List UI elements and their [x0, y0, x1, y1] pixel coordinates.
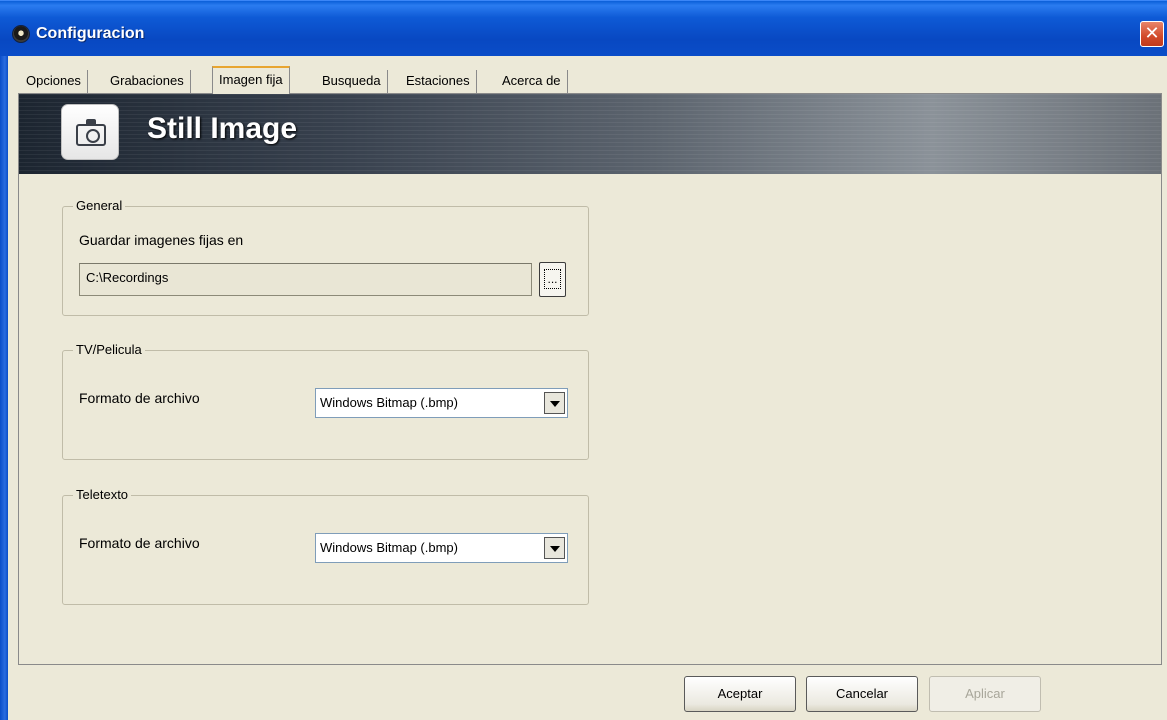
- save-location-label: Guardar imagenes fijas en: [79, 232, 244, 248]
- save-path-field[interactable]: C:\Recordings: [79, 263, 532, 296]
- section-banner: Still Image: [19, 94, 1161, 174]
- close-button[interactable]: ✕: [1140, 21, 1164, 47]
- teletext-legend: Teletexto: [73, 487, 132, 502]
- apply-button[interactable]: Aplicar: [929, 676, 1041, 712]
- cancel-button[interactable]: Cancelar: [806, 676, 918, 712]
- banner-title: Still Image: [147, 112, 298, 145]
- tab-busqueda[interactable]: Busqueda: [316, 70, 388, 94]
- tv-format-select[interactable]: Windows Bitmap (.bmp): [315, 388, 568, 418]
- tab-estaciones[interactable]: Estaciones: [400, 70, 477, 94]
- tab-acerca-de[interactable]: Acerca de: [496, 70, 568, 94]
- chevron-down-icon[interactable]: [544, 537, 565, 559]
- close-icon: ✕: [1144, 23, 1160, 43]
- teletext-format-label: Formato de archivo: [79, 535, 200, 551]
- window-title: Configuracion: [36, 25, 145, 42]
- ok-button[interactable]: Aceptar: [684, 676, 796, 712]
- tab-imagen-fija[interactable]: Imagen fija: [212, 66, 290, 94]
- browse-button[interactable]: ...: [539, 262, 566, 297]
- tab-opciones[interactable]: Opciones: [20, 70, 88, 94]
- tv-legend: TV/Pelicula: [73, 342, 145, 357]
- chevron-down-icon[interactable]: [544, 392, 565, 414]
- tv-format-label: Formato de archivo: [79, 390, 200, 406]
- general-group: General: [62, 198, 589, 316]
- camera-icon: [61, 104, 119, 160]
- window-frame-left: [0, 56, 8, 720]
- tv-format-value: Windows Bitmap (.bmp): [320, 395, 458, 410]
- teletext-format-value: Windows Bitmap (.bmp): [320, 540, 458, 555]
- app-icon: [12, 25, 30, 43]
- general-legend: General: [73, 198, 126, 213]
- teletext-format-select[interactable]: Windows Bitmap (.bmp): [315, 533, 568, 563]
- title-bar[interactable]: Configuracion ✕: [0, 0, 1167, 56]
- tab-grabaciones[interactable]: Grabaciones: [104, 70, 191, 94]
